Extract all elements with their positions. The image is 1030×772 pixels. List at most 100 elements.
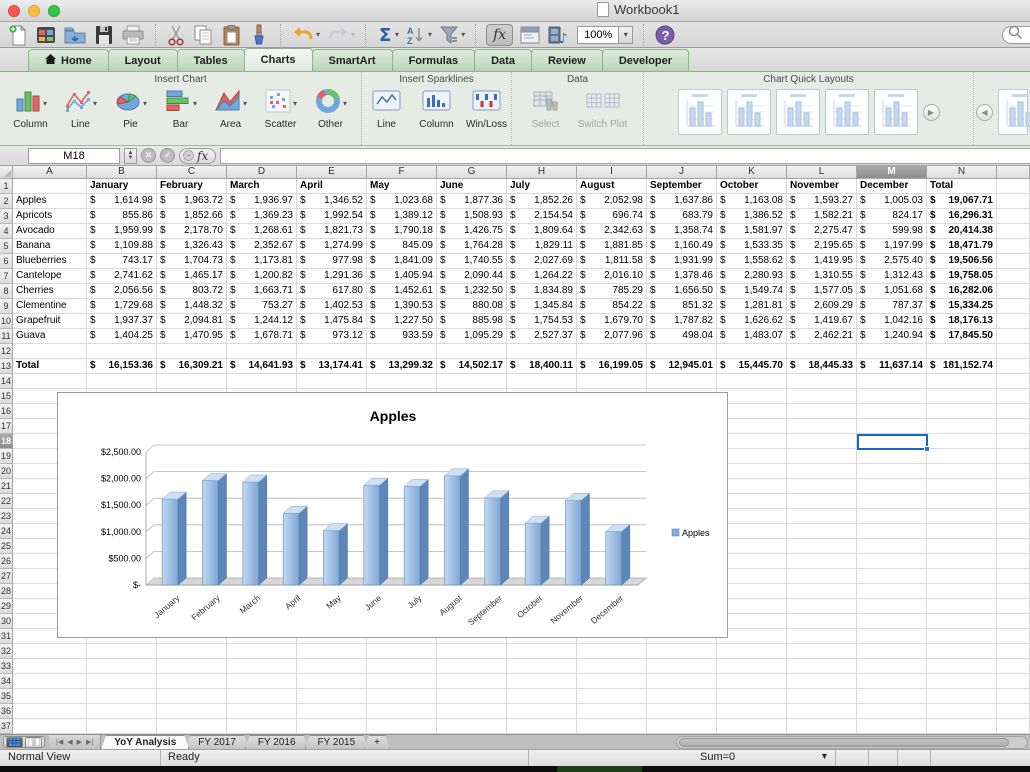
cell[interactable] bbox=[717, 689, 787, 704]
value-cell[interactable]: $1,470.95 bbox=[157, 329, 227, 344]
row-header-6[interactable]: 6 bbox=[0, 254, 13, 269]
cell[interactable] bbox=[157, 719, 227, 734]
cell[interactable] bbox=[787, 419, 857, 434]
cell[interactable] bbox=[577, 674, 647, 689]
column-header-D[interactable]: D bbox=[227, 166, 297, 179]
pie-chart-button[interactable]: ▾Pie bbox=[107, 87, 155, 130]
cell[interactable] bbox=[787, 674, 857, 689]
line-chart-button[interactable]: Line bbox=[363, 87, 411, 130]
cell[interactable] bbox=[647, 659, 717, 674]
cell[interactable] bbox=[507, 719, 577, 734]
cell[interactable] bbox=[787, 614, 857, 629]
cell[interactable] bbox=[787, 479, 857, 494]
value-cell[interactable]: $1,197.99 bbox=[857, 239, 927, 254]
cell[interactable] bbox=[997, 194, 1030, 209]
month-header-cell[interactable]: December bbox=[857, 179, 927, 194]
cell[interactable] bbox=[367, 689, 437, 704]
value-cell[interactable]: $1,390.53 bbox=[367, 299, 437, 314]
value-cell[interactable]: $2,342.63 bbox=[577, 224, 647, 239]
first-sheet-button[interactable]: |◀ bbox=[56, 738, 63, 746]
grand-total-cell[interactable]: $181,152.74 bbox=[927, 359, 997, 374]
cell[interactable] bbox=[997, 659, 1030, 674]
row-header-18[interactable]: 18 bbox=[0, 434, 13, 449]
copy-button[interactable] bbox=[191, 23, 215, 47]
value-cell[interactable]: $2,575.40 bbox=[857, 254, 927, 269]
cell[interactable] bbox=[927, 584, 997, 599]
cell[interactable] bbox=[787, 659, 857, 674]
value-cell[interactable]: $1,508.93 bbox=[437, 209, 507, 224]
cell[interactable] bbox=[157, 659, 227, 674]
value-cell[interactable]: $2,462.21 bbox=[787, 329, 857, 344]
column-header-L[interactable]: L bbox=[787, 166, 857, 179]
embedded-chart[interactable]: Apples$2,500.00$2,000.00$1,500.00$1,000.… bbox=[57, 392, 728, 638]
row-header-3[interactable]: 3 bbox=[0, 209, 13, 224]
chart-styles-scroll-left-button[interactable]: ◀ bbox=[976, 104, 993, 121]
quick-layout-thumbnail-3[interactable] bbox=[776, 89, 820, 135]
cell[interactable] bbox=[297, 344, 367, 359]
cell[interactable] bbox=[927, 344, 997, 359]
value-cell[interactable]: $787.37 bbox=[857, 299, 927, 314]
cell[interactable] bbox=[297, 374, 367, 389]
minimize-window-button[interactable] bbox=[28, 5, 40, 17]
value-cell[interactable]: $2,016.10 bbox=[577, 269, 647, 284]
cell[interactable] bbox=[367, 674, 437, 689]
row-header-14[interactable]: 14 bbox=[0, 374, 13, 389]
cell[interactable] bbox=[87, 674, 157, 689]
cell[interactable] bbox=[857, 704, 927, 719]
quick-layout-thumbnail-5[interactable] bbox=[874, 89, 918, 135]
value-cell[interactable]: $1,852.26 bbox=[507, 194, 577, 209]
cell[interactable] bbox=[857, 659, 927, 674]
cell[interactable] bbox=[857, 464, 927, 479]
month-header-cell[interactable]: January bbox=[87, 179, 157, 194]
cell[interactable] bbox=[787, 449, 857, 464]
value-cell[interactable]: $1,173.81 bbox=[227, 254, 297, 269]
cell[interactable] bbox=[647, 374, 717, 389]
cell[interactable] bbox=[857, 614, 927, 629]
value-cell[interactable]: $1,109.88 bbox=[87, 239, 157, 254]
cell[interactable] bbox=[857, 629, 927, 644]
cell[interactable] bbox=[647, 719, 717, 734]
cell[interactable] bbox=[997, 644, 1030, 659]
undo-button[interactable]: ▾ bbox=[290, 23, 321, 47]
row-header-29[interactable]: 29 bbox=[0, 599, 13, 614]
add-sheet-button[interactable]: + bbox=[364, 735, 390, 749]
cell[interactable] bbox=[227, 704, 297, 719]
value-cell[interactable]: $1,452.61 bbox=[367, 284, 437, 299]
row-header-15[interactable]: 15 bbox=[0, 389, 13, 404]
cell[interactable] bbox=[857, 494, 927, 509]
ribbon-tab-data[interactable]: Data bbox=[474, 49, 532, 71]
cell[interactable] bbox=[927, 464, 997, 479]
month-header-cell[interactable]: October bbox=[717, 179, 787, 194]
formula-builder-button[interactable]: fx bbox=[485, 23, 514, 47]
cell[interactable] bbox=[927, 599, 997, 614]
value-cell[interactable]: $851.32 bbox=[647, 299, 717, 314]
format-painter-button[interactable] bbox=[247, 23, 271, 47]
value-cell[interactable]: $1,051.68 bbox=[857, 284, 927, 299]
cell[interactable] bbox=[87, 704, 157, 719]
value-cell[interactable]: $880.08 bbox=[437, 299, 507, 314]
row-header-35[interactable]: 35 bbox=[0, 689, 13, 704]
new-document-button[interactable] bbox=[6, 23, 30, 47]
zoom-control[interactable]: 100%▾ bbox=[576, 23, 634, 47]
row-header-11[interactable]: 11 bbox=[0, 329, 13, 344]
value-cell[interactable]: $1,936.97 bbox=[227, 194, 297, 209]
search-field[interactable] bbox=[1002, 26, 1030, 44]
value-cell[interactable]: $1,740.55 bbox=[437, 254, 507, 269]
row-header-28[interactable]: 28 bbox=[0, 584, 13, 599]
sort-button[interactable]: AZ▾ bbox=[404, 23, 433, 47]
value-cell[interactable]: $1,811.58 bbox=[577, 254, 647, 269]
cell[interactable] bbox=[647, 674, 717, 689]
column-header-G[interactable]: G bbox=[437, 166, 507, 179]
cell[interactable] bbox=[787, 689, 857, 704]
cell[interactable] bbox=[857, 539, 927, 554]
column-total-cell[interactable]: $15,445.70 bbox=[717, 359, 787, 374]
cell[interactable] bbox=[437, 689, 507, 704]
cell[interactable] bbox=[717, 704, 787, 719]
value-cell[interactable]: $1,268.61 bbox=[227, 224, 297, 239]
value-cell[interactable]: $1,227.50 bbox=[367, 314, 437, 329]
value-cell[interactable]: $1,937.37 bbox=[87, 314, 157, 329]
value-cell[interactable]: $977.98 bbox=[297, 254, 367, 269]
value-cell[interactable]: $1,637.86 bbox=[647, 194, 717, 209]
month-header-cell[interactable]: September bbox=[647, 179, 717, 194]
month-header-cell[interactable]: July bbox=[507, 179, 577, 194]
